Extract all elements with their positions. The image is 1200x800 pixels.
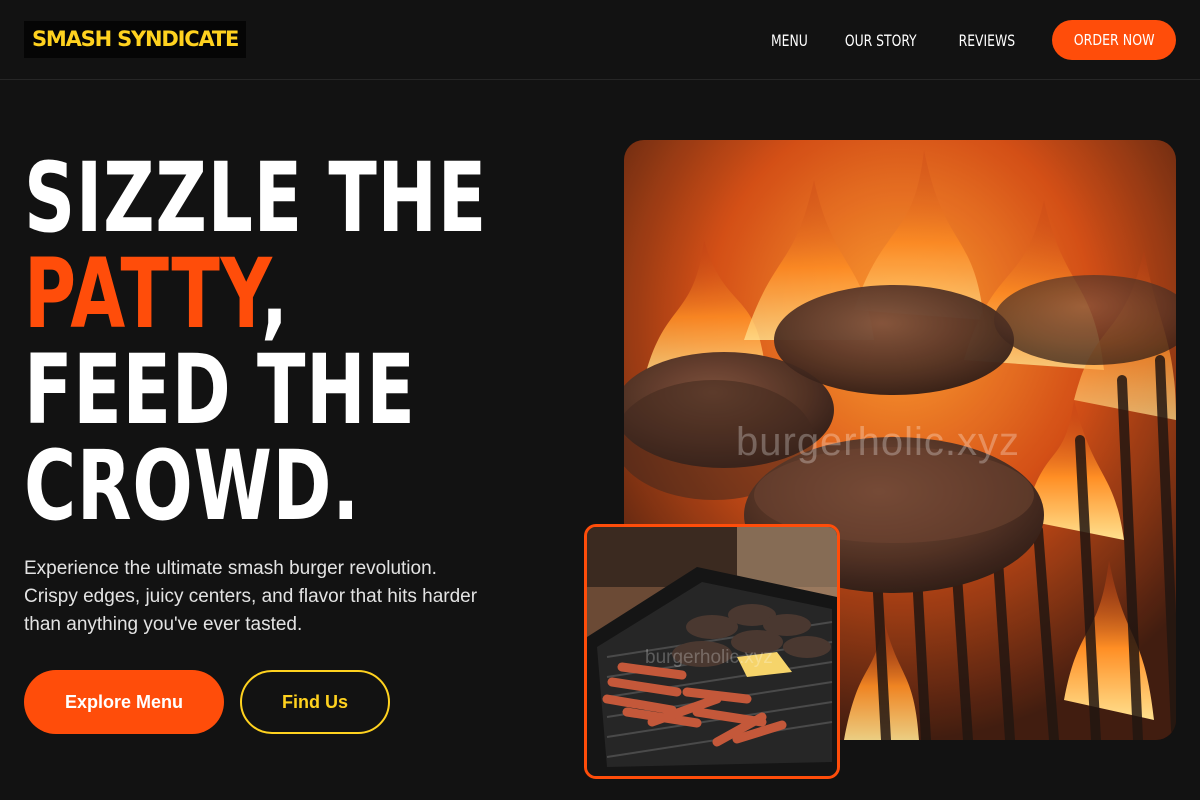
nav-link-menu[interactable]: MENU — [771, 31, 808, 50]
top-nav: SMASH SYNDICATE MENU OUR STORY REVIEWS O… — [0, 0, 1200, 80]
grill-hotdogs-photo: burgerholic.xyz — [584, 524, 840, 779]
headline-line-2: PATTY, — [24, 246, 409, 342]
description-line-1: Experience the ultimate smash burger rev… — [24, 558, 437, 579]
hero-description: Experience the ultimate smash burger rev… — [24, 555, 564, 639]
headline-line-4: CROWD. — [24, 430, 360, 542]
hero-headline: SIZZLE THE PATTY, FEED THE CROWD. — [24, 150, 544, 534]
nav-links: MENU OUR STORY REVIEWS ORDER NOW — [768, 20, 1176, 60]
nav-link-our-story[interactable]: OUR STORY — [845, 31, 917, 50]
headline-line-1: SIZZLE THE — [24, 142, 487, 254]
order-now-button[interactable]: ORDER NOW — [1052, 20, 1176, 60]
order-now-label: ORDER NOW — [1073, 31, 1155, 49]
headline-line-3: FEED THE — [24, 334, 416, 446]
description-line-3: than anything you've ever tasted. — [24, 614, 303, 635]
find-us-button[interactable]: Find Us — [240, 670, 390, 734]
description-line-2: Crispy edges, juicy centers, and flavor … — [24, 586, 478, 607]
brand-logo[interactable]: SMASH SYNDICATE — [24, 21, 247, 58]
explore-menu-button[interactable]: Explore Menu — [24, 670, 224, 734]
nav-link-reviews[interactable]: REVIEWS — [959, 31, 1015, 50]
